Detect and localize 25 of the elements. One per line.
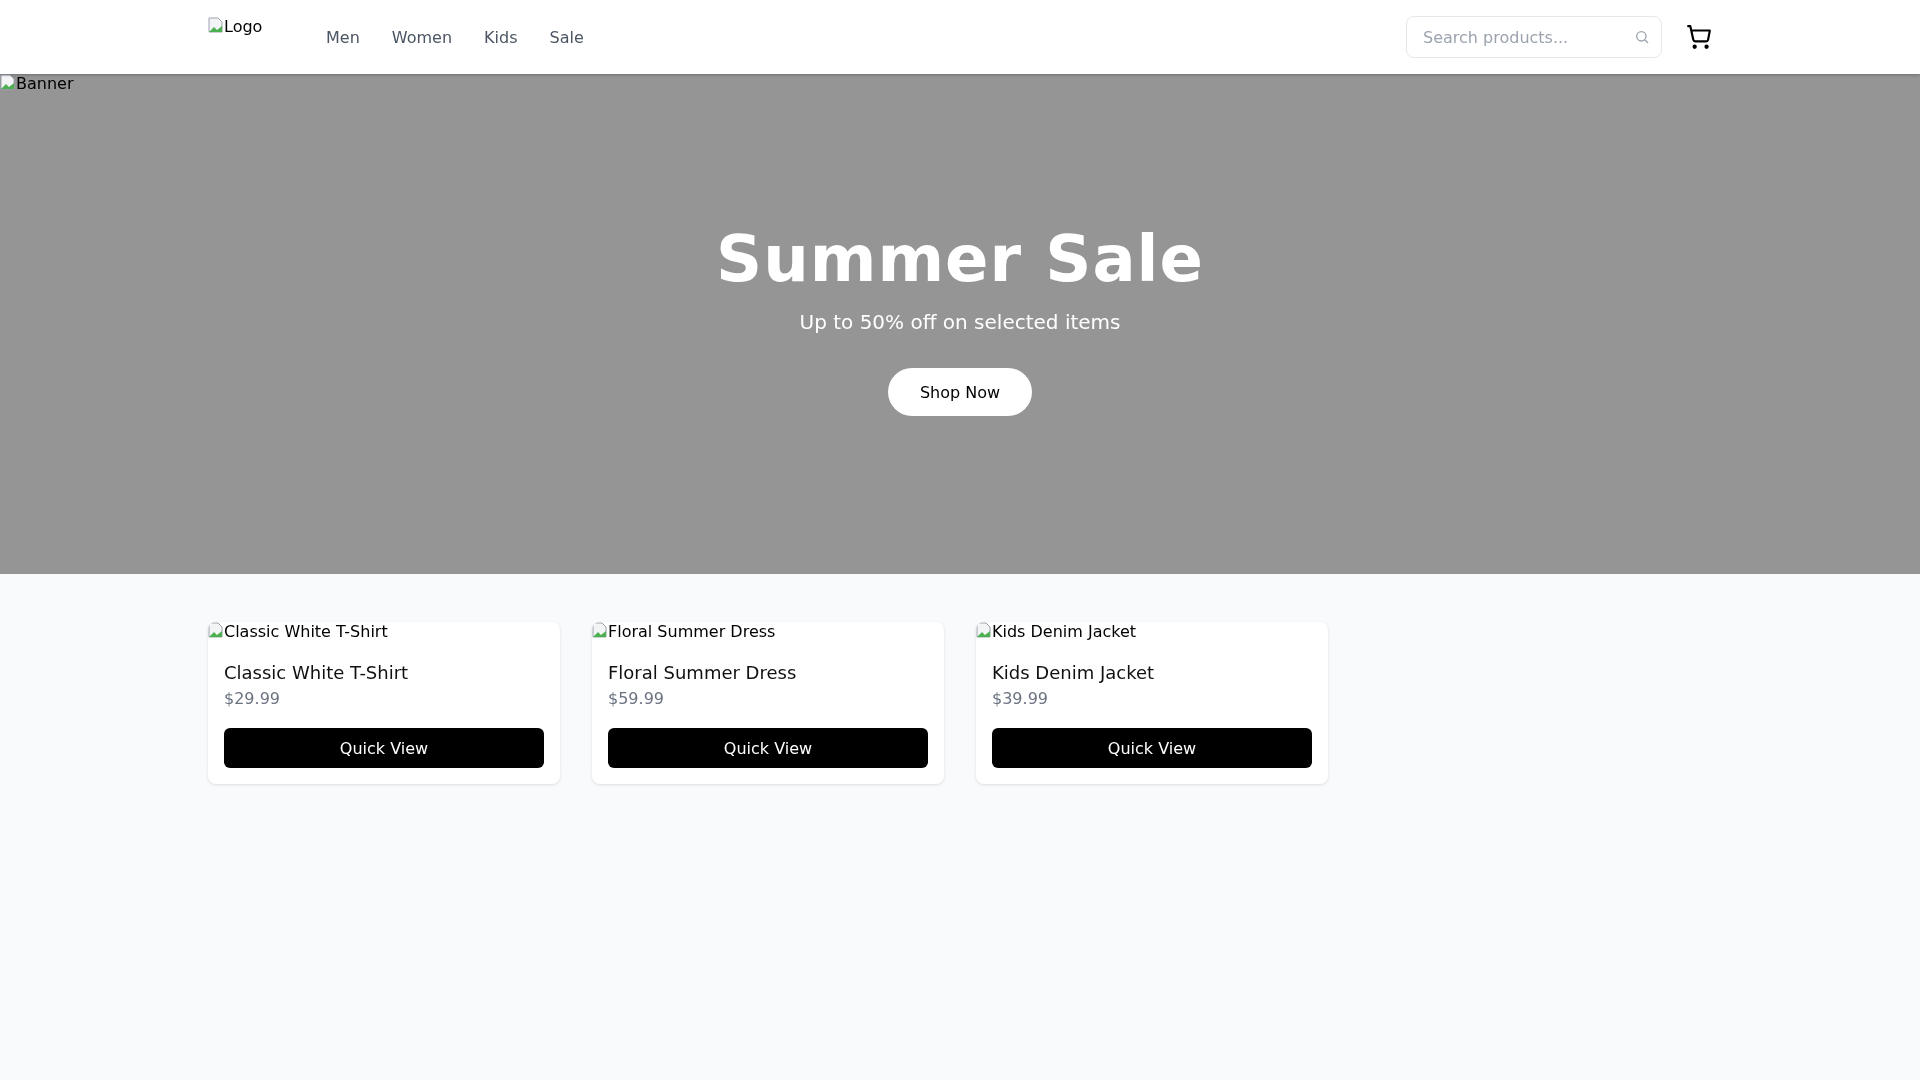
search-icon: [1634, 29, 1650, 45]
cart-icon[interactable]: [1686, 24, 1712, 50]
logo-alt-text: Logo: [224, 17, 263, 36]
banner-subtitle: Up to 50% off on selected items: [799, 310, 1121, 334]
nav-link[interactable]: Men: [326, 27, 360, 47]
product-image-alt-text: Kids Denim Jacket: [976, 622, 1137, 641]
product-image-alt-text: Classic White T-Shirt: [208, 622, 388, 641]
quick-view-button[interactable]: Quick View: [608, 728, 928, 768]
broken-image-icon: [208, 17, 224, 33]
product-price: $39.99: [992, 689, 1049, 708]
quick-view-button[interactable]: Quick View: [992, 728, 1312, 768]
product-price: $29.99: [224, 689, 281, 708]
nav-link[interactable]: Women: [391, 27, 453, 47]
search-field[interactable]: Search products...: [1406, 16, 1662, 58]
banner-alt-text: Banner: [0, 74, 74, 93]
nav-link[interactable]: Kids: [484, 27, 518, 47]
banner-title: Summer Sale: [716, 222, 1204, 296]
product-name: Floral Summer Dress: [608, 662, 798, 683]
shop-now-button[interactable]: Shop Now: [887, 368, 1033, 416]
quick-view-button[interactable]: Quick View: [224, 728, 544, 768]
product-name: Kids Denim Jacket: [992, 662, 1156, 683]
product-name: Classic White T-Shirt: [224, 662, 410, 683]
product-image-alt-text: Floral Summer Dress: [592, 622, 776, 641]
product-price: $59.99: [608, 689, 665, 708]
nav-link[interactable]: Sale: [549, 27, 584, 47]
